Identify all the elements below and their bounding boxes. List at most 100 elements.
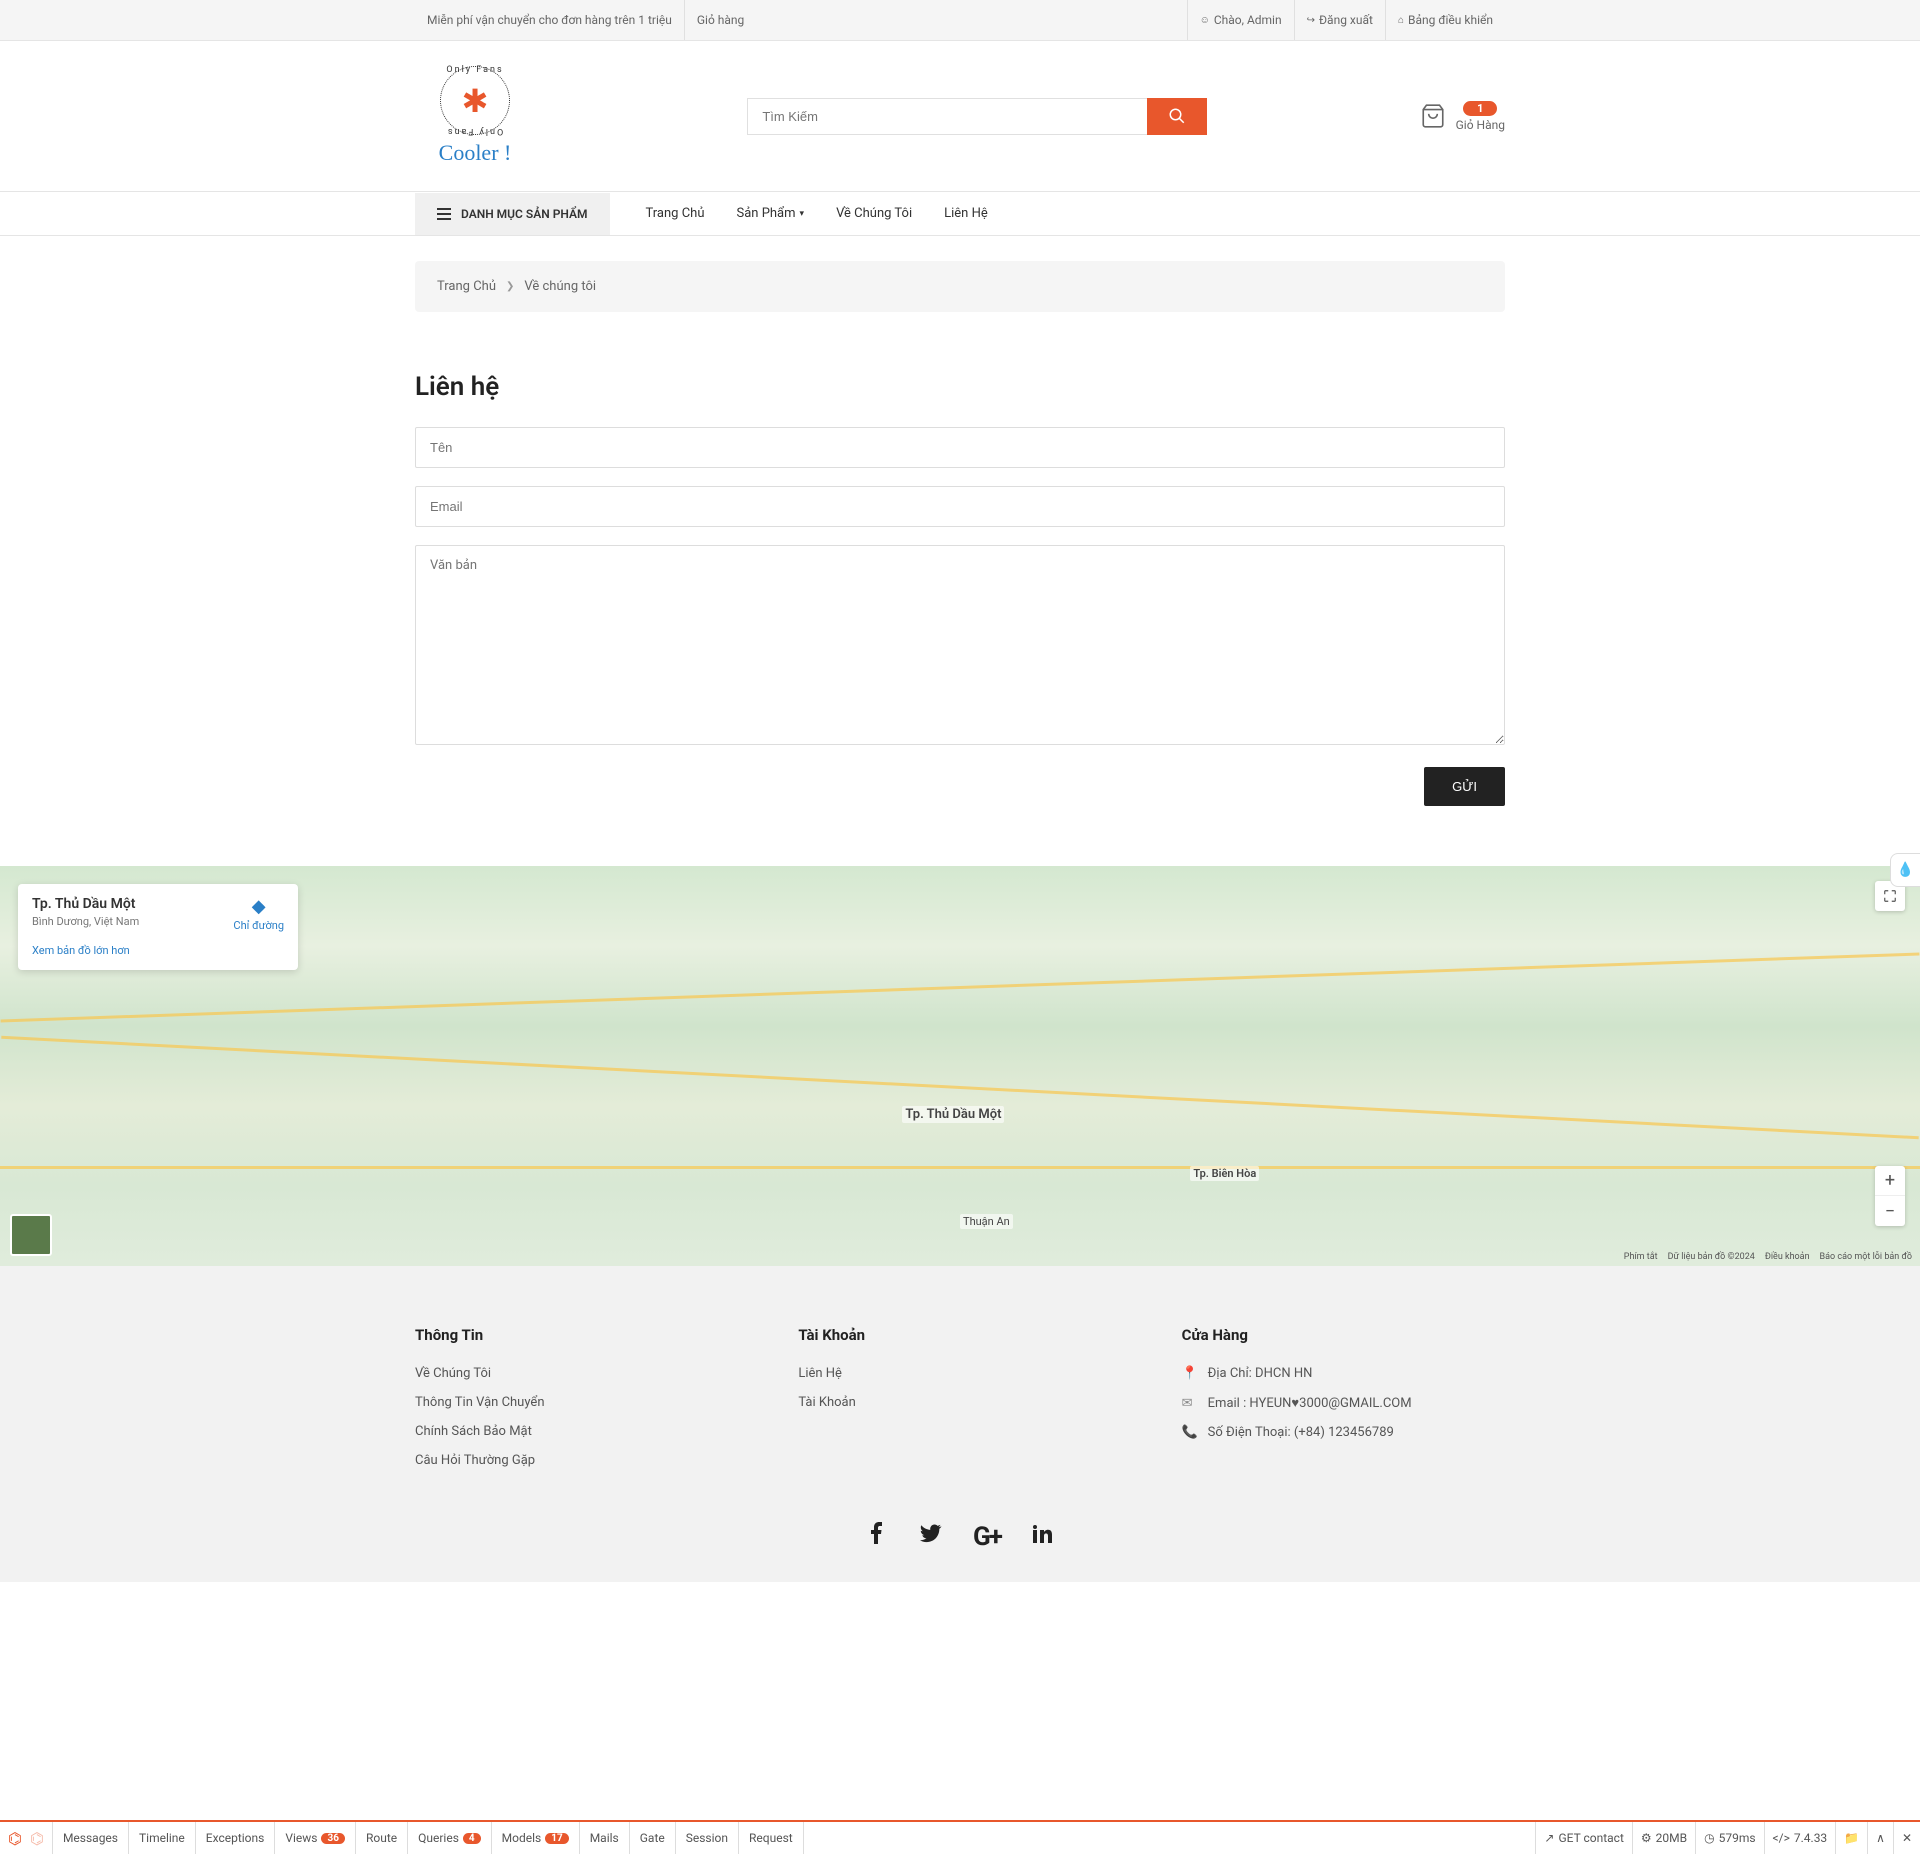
map-shortcuts-link[interactable]: Phím tắt — [1624, 1252, 1658, 1262]
topbar-logout[interactable]: ↪Đăng xuất — [1294, 0, 1385, 40]
debug-tab-exceptions[interactable]: Exceptions — [196, 1822, 276, 1854]
debug-route[interactable]: ↗GET contact — [1535, 1822, 1632, 1854]
nav-contact[interactable]: Liên Hệ — [928, 192, 1004, 235]
share-icon: ↗ — [1544, 1831, 1554, 1845]
gauge-icon: ⚙ — [1641, 1831, 1652, 1845]
search-form — [747, 98, 1207, 135]
name-input[interactable] — [415, 427, 1505, 468]
logo-text: Cooler ! — [439, 140, 512, 166]
map-card-subtitle: Bình Dương, Việt Nam — [32, 915, 139, 928]
nav-products[interactable]: Sản Phẩm▾ — [721, 192, 821, 235]
debug-tab-mails[interactable]: Mails — [580, 1822, 630, 1854]
email-input[interactable] — [415, 486, 1505, 527]
clock-icon: ◷ — [1704, 1831, 1714, 1845]
debug-tab-label: Views — [285, 1831, 317, 1845]
fan-icon: ✱ — [462, 82, 489, 120]
dashboard-text: Bảng điều khiển — [1408, 13, 1493, 27]
topbar-dashboard[interactable]: ⌂ Bảng điều khiển — [1385, 0, 1505, 40]
logo-curve-bottom: Only Fans — [446, 126, 503, 136]
debug-tab-label: Models — [502, 1831, 542, 1845]
logo-circle: Only Fans ✱ Only Fans — [440, 66, 510, 135]
map-label-city1: Tp. Thủ Dầu Một — [902, 1106, 1004, 1123]
map-terms-link[interactable]: Điều khoản — [1765, 1252, 1810, 1262]
logo[interactable]: Only Fans ✱ Only Fans Cooler ! — [415, 66, 535, 166]
search-button[interactable] — [1147, 98, 1207, 135]
debug-tab-label: Gate — [640, 1831, 665, 1845]
debug-badge: 4 — [463, 1833, 481, 1844]
footer-heading-info: Thông Tin — [415, 1326, 738, 1344]
debug-collapse[interactable]: ∧ — [1867, 1822, 1893, 1854]
map-zoom-in[interactable]: + — [1875, 1166, 1905, 1196]
debug-tab-messages[interactable]: Messages — [53, 1822, 129, 1854]
floating-badge[interactable]: 💧 — [1890, 853, 1920, 887]
map-directions-button[interactable]: ◆ Chỉ đường — [233, 896, 284, 932]
map-view-larger-link[interactable]: Xem bản đồ lớn hơn — [32, 944, 130, 957]
google-plus-icon[interactable]: G+ — [973, 1522, 1001, 1552]
breadcrumb: Trang Chủ ❯ Về chúng tôi — [415, 261, 1505, 312]
debug-version[interactable]: </>7.4.33 — [1764, 1822, 1836, 1854]
hamburger-icon — [437, 208, 451, 220]
footer-link-faq[interactable]: Câu Hỏi Thường Gặp — [415, 1453, 738, 1468]
debug-tab-request[interactable]: Request — [739, 1822, 804, 1854]
footer-address: Địa Chỉ: DHCN HN — [1208, 1366, 1313, 1381]
breadcrumb-home[interactable]: Trang Chủ — [437, 279, 496, 294]
footer-link-contact[interactable]: Liên Hệ — [798, 1366, 1121, 1381]
debug-tab-route[interactable]: Route — [356, 1822, 408, 1854]
cart-count-badge: 1 — [1463, 101, 1497, 116]
debug-tab-label: Exceptions — [206, 1831, 265, 1845]
footer-heading-account: Tài Khoản — [798, 1326, 1121, 1344]
logout-text: Đăng xuất — [1319, 13, 1373, 27]
map-zoom-controls: + − — [1875, 1166, 1905, 1226]
dashboard-icon: ⌂ — [1398, 15, 1404, 26]
debug-tab-gate[interactable]: Gate — [630, 1822, 676, 1854]
debug-time[interactable]: ◷ 579ms — [1695, 1822, 1763, 1854]
message-textarea[interactable] — [415, 545, 1505, 745]
phone-icon: 📞 — [1182, 1425, 1198, 1440]
laravel-icon-2[interactable]: ⌬ — [30, 1829, 44, 1848]
map-zoom-out[interactable]: − — [1875, 1196, 1905, 1226]
debug-tab-views[interactable]: Views36 — [275, 1822, 356, 1854]
map-report-link[interactable]: Báo cáo một lỗi bản đồ — [1820, 1252, 1912, 1262]
debug-memory-text: 20MB — [1656, 1831, 1687, 1845]
laravel-icon[interactable]: ⌬ — [8, 1829, 22, 1848]
nav-categories-toggle[interactable]: DANH MỤC SẢN PHẨM — [415, 193, 610, 235]
debug-tab-label: Timeline — [139, 1831, 185, 1845]
contact-heading: Liên hệ — [415, 372, 1505, 402]
nav-home[interactable]: Trang Chủ — [630, 192, 721, 235]
logo-curve-top: Only Fans — [446, 65, 503, 75]
debug-badge: 17 — [545, 1833, 568, 1844]
footer-link-privacy[interactable]: Chính Sách Bảo Mật — [415, 1424, 738, 1439]
topbar-shipping-info: Miễn phí vận chuyển cho đơn hàng trên 1 … — [415, 0, 685, 40]
footer-heading-store: Cửa Hàng — [1182, 1326, 1505, 1344]
debug-time-text: 579ms — [1719, 1831, 1756, 1845]
cart-link[interactable]: 1 Giỏ Hàng — [1420, 101, 1505, 132]
map[interactable]: Tp. Thủ Dầu Một Tp. Biên Hòa Thuận An Tp… — [0, 866, 1920, 1266]
debug-tab-label: Session — [686, 1831, 728, 1845]
topbar-greeting[interactable]: ☺Chào, Admin — [1187, 0, 1294, 40]
facebook-icon[interactable] — [865, 1522, 889, 1552]
debug-memory[interactable]: ⚙ 20MB — [1632, 1822, 1695, 1854]
footer-link-shipping[interactable]: Thông Tin Vận Chuyển — [415, 1395, 738, 1410]
topbar-cart-link[interactable]: Giỏ hàng — [685, 0, 756, 40]
debug-close[interactable]: ✕ — [1893, 1822, 1920, 1854]
twitter-icon[interactable] — [919, 1522, 943, 1552]
debug-tab-models[interactable]: Models17 — [492, 1822, 580, 1854]
footer-link-account[interactable]: Tài Khoản — [798, 1395, 1121, 1410]
debug-tab-session[interactable]: Session — [676, 1822, 739, 1854]
nav-categories-label: DANH MỤC SẢN PHẨM — [461, 207, 588, 221]
folder-icon: 📁 — [1844, 1831, 1859, 1845]
search-input[interactable] — [747, 98, 1147, 135]
footer-link-about[interactable]: Về Chúng Tôi — [415, 1366, 738, 1381]
debug-folder[interactable]: 📁 — [1835, 1822, 1867, 1854]
nav-about[interactable]: Về Chúng Tôi — [820, 192, 928, 235]
debug-tab-queries[interactable]: Queries4 — [408, 1822, 492, 1854]
map-label-city2: Tp. Biên Hòa — [1190, 1166, 1259, 1181]
code-icon: </> — [1773, 1831, 1790, 1845]
cart-label: Giỏ Hàng — [1456, 118, 1505, 132]
submit-button[interactable]: GỬI — [1424, 767, 1505, 806]
linkedin-icon[interactable] — [1031, 1522, 1055, 1552]
debug-tab-timeline[interactable]: Timeline — [129, 1822, 196, 1854]
map-satellite-toggle[interactable] — [10, 1214, 52, 1256]
greeting-text: Chào, Admin — [1214, 13, 1282, 27]
chevron-up-icon: ∧ — [1876, 1831, 1885, 1845]
